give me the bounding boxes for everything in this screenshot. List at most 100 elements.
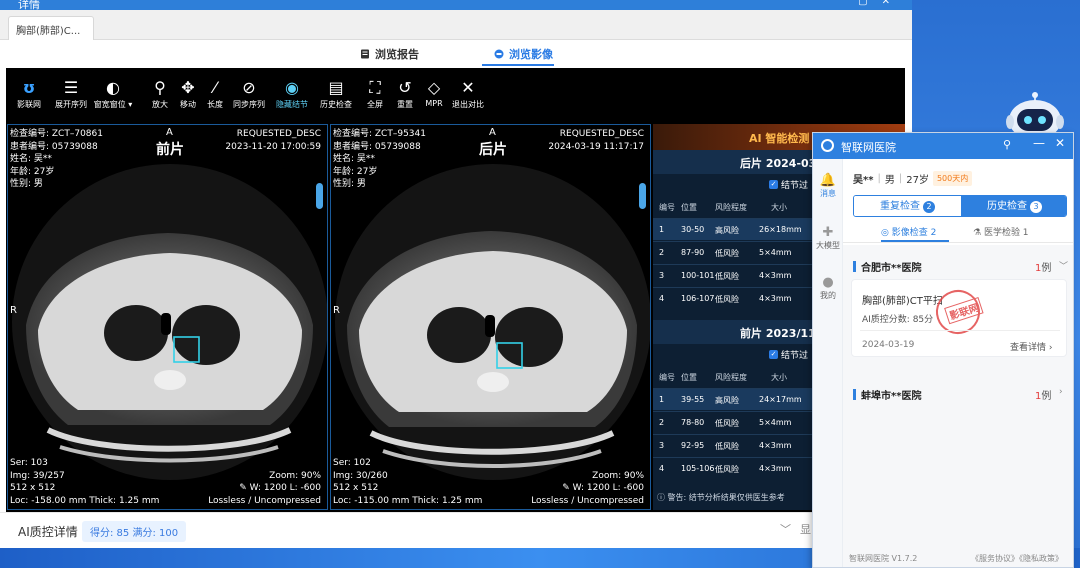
- nodule-risk: 低风险: [715, 295, 739, 304]
- separator: |: [898, 173, 903, 184]
- nodule-risk: 高风险: [715, 396, 739, 405]
- toolbar-eye-button[interactable]: ◉ 隐藏结节: [271, 78, 313, 110]
- window-titlebar[interactable]: 详情 ▢✕: [0, 0, 912, 11]
- series-description: REQUESTED_DESC: [236, 129, 321, 139]
- rail-item-cross[interactable]: ✚ 大模型: [813, 225, 843, 251]
- image-number: Img: 39/257: [10, 470, 65, 481]
- toolbar-label: 隐藏结节: [276, 100, 308, 109]
- close-icon: ✕: [461, 78, 475, 97]
- repeat-exam-tab[interactable]: 重复检查 2: [854, 196, 961, 216]
- patient-name: 姓名: 吴**: [333, 154, 375, 164]
- toolbar-label: 退出对比: [452, 100, 484, 109]
- browse-image-button[interactable]: 浏览影像: [494, 46, 553, 62]
- study-datetime: 2024-03-19 11:17:17: [548, 141, 644, 152]
- patient-number: 患者编号: 05739088: [333, 141, 421, 152]
- pin-icon[interactable]: ⚲: [1003, 138, 1011, 151]
- compression-status: Lossless / Uncompressed: [208, 495, 321, 506]
- toolbar-logo-button[interactable]: ʊ 影联网: [8, 78, 50, 110]
- chevron-right-icon[interactable]: ›: [1059, 387, 1063, 397]
- qc-score-badge: 得分: 85 满分: 100: [82, 521, 187, 542]
- browse-report-button[interactable]: 浏览报告: [360, 46, 419, 62]
- close-icon[interactable]: ✕: [1055, 136, 1065, 150]
- nodule-size: 4×3mm: [759, 441, 792, 450]
- nodule-filter-label: 结节过: [781, 181, 809, 191]
- right-image-pane[interactable]: 检查编号: ZCT–95341 患者编号: 05739088 姓名: 吴** 年…: [330, 124, 651, 510]
- slice-scrollbar[interactable]: [316, 183, 323, 209]
- nodule-filter-checkbox[interactable]: ✓ 结节过: [769, 348, 808, 361]
- nodule-size: 4×3mm: [759, 294, 792, 303]
- image-icon: [494, 49, 504, 59]
- nodule-size: 4×3mm: [759, 271, 792, 280]
- nodule-filter-checkbox[interactable]: ✓ 结节过: [769, 178, 808, 191]
- hospital-side-panel: 智联网医院 ⚲ — ✕ 🔔 消息 ✚ 大模型 ● 我的 吴** | 男 | 27岁 500…: [812, 132, 1074, 568]
- column-header: 位置: [681, 203, 697, 212]
- side-rail: 🔔 消息 ✚ 大模型 ● 我的: [813, 159, 843, 567]
- column-header: 风险程度: [715, 203, 747, 212]
- nodule-position: 30-50: [681, 225, 705, 234]
- toolbar-contrast-button[interactable]: ◐ 窗宽窗位 ▾: [92, 78, 134, 110]
- tab-lab-label: 医学检验 1: [983, 228, 1029, 238]
- rail-item-bell[interactable]: 🔔 消息: [813, 173, 843, 199]
- patient-summary: 吴** | 男 | 27岁 500天内: [853, 171, 973, 186]
- browse-image-label: 浏览影像: [509, 48, 553, 61]
- orientation-top: A: [489, 127, 496, 138]
- hospital-accent-bar: [853, 261, 856, 272]
- phase-label: 前片: [156, 142, 184, 158]
- hospital-heading[interactable]: 合肥市**医院: [853, 259, 921, 274]
- toolbar-close-button[interactable]: ✕ 退出对比: [447, 78, 489, 110]
- hospital-heading[interactable]: 蚌埠市**医院: [853, 387, 921, 402]
- view-detail-link[interactable]: 查看详情 ›: [1010, 340, 1052, 353]
- toolbar-list-button[interactable]: ☰ 展开序列: [50, 78, 92, 110]
- active-subtab-underline: [881, 240, 949, 242]
- orientation-left: R: [333, 305, 340, 316]
- chevron-down-icon[interactable]: ﹀: [1059, 259, 1068, 272]
- side-panel-footer: 智联网医院 V1.7.2 《服务协议》《隐私政策》: [843, 549, 1073, 567]
- viewer-toolbar: ʊ 影联网 ☰ 展开序列 ◐ 窗宽窗位 ▾ ⚲ 放大 ✥ 移动 ⁄ 长度 ⊘ 同步序列 ◉ 隐藏结节 ▤ 历史检查…: [6, 68, 905, 124]
- compression-status: Lossless / Uncompressed: [531, 495, 644, 506]
- history-icon: ▤: [328, 78, 344, 97]
- repeat-exam-count: 2: [923, 201, 935, 213]
- history-exam-tab[interactable]: 历史检查 3: [961, 196, 1066, 216]
- nodule-risk: 低风险: [715, 272, 739, 281]
- nodule-position: 106-107: [681, 294, 715, 303]
- hospital-exam-count: 1例: [1035, 387, 1051, 402]
- imaging-icon: ◎: [881, 228, 892, 238]
- left-image-pane[interactable]: 检查编号: ZCT–70861 患者编号: 05739088 姓名: 吴** 年…: [7, 124, 328, 510]
- hospital-name: 合肥市**医院: [861, 263, 922, 274]
- hospital-exam-count: 1例: [1035, 259, 1051, 274]
- divider: [860, 330, 1060, 331]
- orientation-left: R: [10, 305, 17, 316]
- minimize-icon[interactable]: —: [1033, 136, 1045, 150]
- toolbar-history-button[interactable]: ▤ 历史检查: [315, 78, 357, 110]
- slice-scrollbar[interactable]: [639, 183, 646, 209]
- hospital-accent-bar: [853, 389, 856, 400]
- tab-imaging[interactable]: ◎ 影像检查 2: [881, 225, 936, 238]
- side-panel-header: 智联网医院 ⚲ — ✕: [813, 133, 1073, 159]
- nodule-risk: 低风险: [715, 249, 739, 258]
- window-controls[interactable]: ▢✕: [858, 0, 904, 7]
- browse-report-label: 浏览报告: [375, 48, 419, 61]
- rail-item-user[interactable]: ● 我的: [813, 275, 843, 301]
- chevron-down-icon[interactable]: ﹀: [780, 521, 791, 537]
- document-tab[interactable]: 胸部(肺部)C...: [8, 16, 94, 40]
- qc-summary-bar: AI质控详情 得分: 85 满分: 100 ﹀ 显: [0, 512, 912, 548]
- policy-links[interactable]: 《服务协议》《隐私政策》: [971, 553, 1063, 564]
- nodule-risk: 低风险: [715, 419, 739, 428]
- column-header: 大小: [771, 203, 787, 212]
- eye-icon: ◉: [285, 78, 299, 97]
- tab-lab[interactable]: ⚗ 医学检验 1: [973, 225, 1029, 238]
- rail-label: 大模型: [816, 241, 840, 250]
- zoom-level: Zoom: 90%: [269, 470, 321, 481]
- view-switch: 浏览报告 浏览影像: [0, 40, 912, 68]
- toolbar-link-button[interactable]: ⊘ 同步序列: [228, 78, 270, 110]
- qc-toggle-button[interactable]: 显: [800, 521, 811, 537]
- toolbar-label: 展开序列: [55, 100, 87, 109]
- exam-card[interactable]: 胸部(肺部)CT平扫 AI质控分数: 85分 影联网 2024-03-19 查看…: [851, 279, 1067, 357]
- exam-segment-control: 重复检查 2 历史检查 3: [853, 195, 1067, 217]
- rail-label: 我的: [820, 291, 836, 300]
- side-panel-title: 智联网医院: [841, 141, 896, 154]
- slice-location: Loc: -115.00 mm Thick: 1.25 mm: [333, 495, 483, 506]
- slice-location: Loc: -158.00 mm Thick: 1.25 mm: [10, 495, 160, 506]
- nodule-position: 78-80: [681, 418, 705, 427]
- logo-icon: ʊ: [22, 78, 36, 97]
